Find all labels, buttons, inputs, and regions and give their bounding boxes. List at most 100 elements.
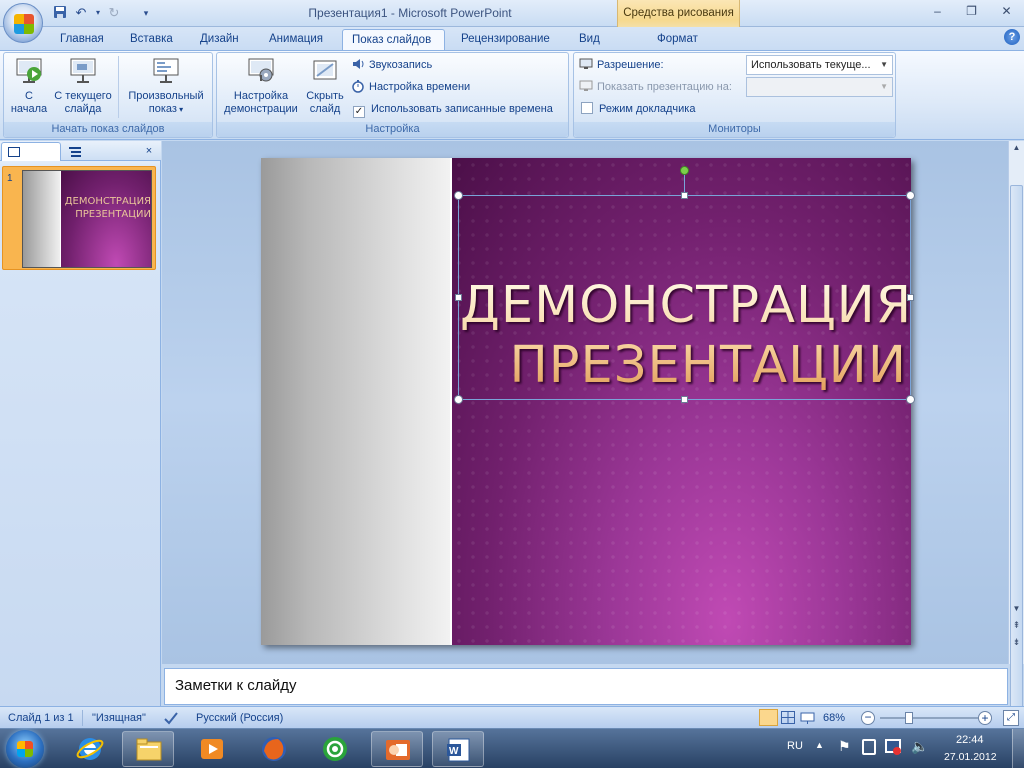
start-button[interactable] [6, 730, 44, 768]
scroll-thumb[interactable] [1010, 185, 1023, 740]
show-on-label-row: Показать презентацию на: [579, 77, 732, 97]
hide-slide-icon [310, 56, 340, 86]
setup-slide-show-button[interactable]: Настройка демонстрации [220, 56, 302, 116]
show-desktop-button[interactable] [1012, 729, 1024, 768]
resize-handle-right[interactable] [907, 294, 914, 301]
slide-sorter-view-icon[interactable] [781, 711, 795, 724]
undo-icon[interactable]: ↶ [73, 5, 89, 21]
window-title: Презентация1 - Microsoft PowerPoint [308, 6, 512, 20]
resize-handle-bottom[interactable] [681, 396, 688, 403]
vertical-scrollbar[interactable]: ▲ ▼ ⇞ ⇟ [1008, 141, 1024, 740]
monitor-icon [579, 57, 593, 71]
zoom-slider-thumb[interactable] [905, 712, 913, 724]
rotation-handle[interactable] [680, 166, 689, 175]
group-label: Настройка [217, 122, 568, 137]
taskbar-firefox[interactable] [248, 731, 300, 767]
tab-insert[interactable]: Вставка [121, 29, 182, 50]
custom-show-button[interactable]: Произвольный показ ▾ [122, 56, 210, 116]
tab-review[interactable]: Рецензирование [452, 29, 559, 50]
notes-pane[interactable]: Заметки к слайду [164, 668, 1008, 705]
resolution-label-row: Разрешение: [579, 55, 664, 75]
close-pane-icon[interactable]: × [142, 144, 156, 158]
show-on-label: Показать презентацию на: [597, 81, 732, 93]
show-hidden-icons[interactable]: ▲ [815, 740, 824, 750]
scroll-down-icon[interactable]: ▼ [1009, 602, 1024, 616]
hide-slide-line2: слайд [309, 103, 341, 115]
from-current-slide-button[interactable]: С текущего слайда [52, 56, 114, 116]
hide-slide-button[interactable]: Скрыть слайд [303, 56, 347, 116]
zoom-in-icon[interactable]: + [978, 711, 992, 725]
fit-to-window-icon[interactable]: ⤢ [1003, 710, 1019, 726]
record-narration-button[interactable]: Звукозапись [351, 55, 432, 75]
slideshow-play-icon [14, 56, 44, 86]
redo-icon[interactable]: ↻ [106, 5, 122, 21]
rehearse-timings-button[interactable]: Настройка времени [351, 77, 470, 97]
undo-dropdown-icon[interactable]: ▾ [90, 5, 106, 21]
checkbox-unchecked-icon [581, 102, 593, 114]
chevron-down-icon: ▼ [880, 82, 888, 91]
network-icon[interactable] [885, 739, 901, 755]
office-button[interactable] [3, 3, 43, 43]
action-center-flag-icon[interactable]: ⚑ [838, 738, 851, 755]
zoom-percent[interactable]: 68% [823, 707, 845, 729]
input-language[interactable]: RU [787, 740, 803, 752]
resolution-value: Использовать текуще... [751, 59, 871, 71]
slide-thumbnail[interactable]: ДЕМОНСТРАЦИЯ ПРЕЗЕНТАЦИИ [22, 170, 152, 268]
tab-slides[interactable] [1, 142, 61, 161]
customize-qat-icon[interactable]: ▾ [138, 5, 154, 21]
resolution-combo[interactable]: Использовать текуще... ▼ [746, 55, 893, 75]
status-bar: Слайд 1 из 1 "Изящная" Русский (Россия) … [0, 706, 1024, 728]
contextual-tab-group-label: Средства рисования [623, 7, 734, 19]
zoom-out-icon[interactable]: − [861, 711, 875, 725]
normal-view-icon[interactable] [759, 709, 778, 726]
tab-slide-show[interactable]: Показ слайдов [342, 29, 445, 50]
usb-device-icon[interactable] [862, 739, 876, 755]
tab-outline[interactable] [63, 143, 125, 161]
theme-name: "Изящная" [92, 712, 146, 724]
tab-design[interactable]: Дизайн [191, 29, 248, 50]
tab-animation[interactable]: Анимация [260, 29, 332, 50]
taskbar-explorer[interactable] [122, 731, 174, 767]
presenter-view-checkbox[interactable]: Режим докладчика [581, 99, 695, 119]
taskbar-media-player[interactable] [186, 731, 238, 767]
previous-slide-icon[interactable]: ⇞ [1009, 618, 1024, 632]
volume-icon[interactable]: 🔈 [911, 738, 928, 755]
clock-date[interactable]: 27.01.2012 [944, 751, 997, 763]
show-on-combo[interactable]: ▼ [746, 77, 893, 97]
save-icon[interactable] [52, 5, 68, 21]
resize-handle-top-right[interactable] [906, 191, 915, 200]
custom-show-line1: Произвольный [128, 90, 204, 102]
resize-handle-top-left[interactable] [454, 191, 463, 200]
resize-handle-left[interactable] [455, 294, 462, 301]
taskbar-word[interactable]: W [432, 731, 484, 767]
close-button[interactable]: ✕ [993, 2, 1020, 20]
resize-handle-bottom-left[interactable] [454, 395, 463, 404]
slide-gray-panel [261, 158, 452, 645]
from-beginning-button[interactable]: С начала [6, 56, 52, 116]
taskbar-powerpoint[interactable] [371, 731, 423, 767]
resolution-label: Разрешение: [597, 59, 664, 71]
custom-show-line2: показ [148, 103, 177, 115]
language-indicator[interactable]: Русский (Россия) [196, 707, 283, 729]
restore-button[interactable]: ❐ [958, 2, 985, 20]
next-slide-icon[interactable]: ⇟ [1009, 635, 1024, 649]
taskbar-mail-agent[interactable] [309, 731, 361, 767]
zoom-slider-track[interactable] [880, 717, 978, 719]
tab-view[interactable]: Вид [570, 29, 609, 50]
taskbar-ie[interactable] [64, 731, 116, 767]
use-timings-label: Использовать записанные времена [371, 103, 553, 115]
help-icon[interactable]: ? [1004, 29, 1020, 45]
use-timings-checkbox[interactable]: ✓ Использовать записанные времена [353, 99, 553, 119]
tab-home[interactable]: Главная [51, 29, 113, 50]
stopwatch-icon [351, 79, 365, 93]
scroll-up-icon[interactable]: ▲ [1009, 141, 1024, 155]
resize-handle-top[interactable] [681, 192, 688, 199]
slide-show-view-icon[interactable] [800, 711, 815, 724]
minimize-button[interactable]: ‒ [924, 2, 951, 20]
resize-handle-bottom-right[interactable] [906, 395, 915, 404]
tab-format[interactable]: Формат [648, 29, 707, 50]
speaker-icon [351, 57, 365, 71]
title-selection-box[interactable] [454, 191, 915, 404]
clock-time[interactable]: 22:44 [956, 734, 984, 746]
setup-show-line2: демонстрации [224, 103, 298, 115]
